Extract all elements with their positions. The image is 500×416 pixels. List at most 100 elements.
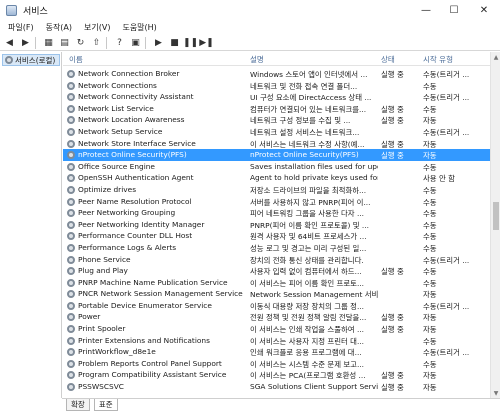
column-header-name[interactable]: 이름	[69, 54, 83, 65]
maximize-icon[interactable]: ☐	[440, 0, 468, 20]
service-description: 서버를 사용하지 않고 PNRP(피어 이...	[250, 197, 371, 207]
service-name: Peer Networking Grouping	[78, 208, 176, 218]
gear-icon	[67, 151, 75, 160]
gear-icon	[67, 301, 75, 310]
service-row[interactable]: Program Compatibility Assistant Service 이…	[63, 369, 500, 381]
play-icon[interactable]: ▶	[152, 36, 165, 49]
service-startup-type: 수동(트리거 ...	[423, 255, 470, 265]
column-header-description[interactable]: 설명	[250, 54, 264, 65]
service-name: Performance Counter DLL Host	[78, 231, 193, 241]
service-startup-type: 수동	[423, 81, 437, 91]
service-description: 사용자 입력 없이 컴퓨터에서 하드...	[250, 267, 362, 277]
service-startup-type: 수동(트리거 ...	[423, 70, 470, 79]
service-row[interactable]: Network Connectivity Assistant UI 구성 요소에 …	[63, 91, 500, 103]
export-icon[interactable]: ⇧	[90, 36, 103, 49]
service-row[interactable]: Peer Networking Grouping 피어 네트워킹 그룹을 사용한 …	[63, 207, 500, 219]
gear-icon	[67, 139, 75, 148]
console-icon[interactable]: ▣	[129, 36, 142, 49]
service-name: Plug and Play	[78, 266, 128, 276]
gear-icon	[67, 209, 75, 218]
refresh-icon[interactable]: ↻	[74, 36, 87, 49]
service-row[interactable]: Print Spooler 이 서비스는 인쇄 작업을 스풀하여 ... 실행 중 자…	[63, 323, 500, 335]
tab-standard[interactable]: 표준	[93, 399, 118, 411]
service-name: Portable Device Enumerator Service	[78, 300, 212, 310]
service-row[interactable]: Power 전원 정책 및 전원 정책 알림 전달을... 실행 중 자동	[63, 311, 500, 323]
service-row[interactable]: Peer Networking Identity Manager PNRP(피어 …	[63, 219, 500, 231]
title-bar: 서비스 — ☐ ✕	[0, 0, 500, 20]
toolbar: ◀ ▶ ▦ ▤ ↻ ⇧ ? ▣ ▶ ■ ❚❚ ▶❚	[0, 35, 500, 51]
service-description: PNRP(피어 이름 확인 프로토콜) 및 ...	[250, 220, 369, 230]
view-icon[interactable]: ▦	[42, 36, 55, 49]
menu-bar: 파일(F) 동작(A) 보기(V) 도움말(H)	[0, 20, 500, 35]
service-description: nProtect Online Security(PFS)	[250, 150, 359, 160]
scroll-down-icon[interactable]: ▼	[491, 388, 500, 398]
service-row[interactable]: PNCR Network Session Management Service N…	[63, 288, 500, 300]
service-row[interactable]: Printer Extensions and Notifications 이 서비…	[63, 335, 500, 347]
service-description: 이 서비스는 사용자 지정 프린터 대...	[250, 336, 364, 346]
service-row[interactable]: Optimize drives 저장소 드라이브의 파일을 최적화하... 수동	[63, 184, 500, 196]
gear-icon	[67, 185, 75, 194]
gear-icon	[67, 93, 75, 102]
menu-action[interactable]: 동작(A)	[46, 22, 72, 33]
service-row[interactable]: Performance Counter DLL Host 원격 사용자 및 64비…	[63, 230, 500, 242]
service-row[interactable]: PrintWorkflow_d8e1e 인쇄 워크플로 응용 프로그램에 대...…	[63, 346, 500, 358]
service-row[interactable]: Phone Service 장치의 전화 통신 상태를 관리합니다. 수동(트리거 …	[63, 254, 500, 266]
service-row[interactable]: nProtect Online Security(PFS) nProtect On…	[63, 149, 500, 161]
help-icon[interactable]: ?	[113, 36, 126, 49]
column-header-status[interactable]: 상태	[381, 54, 395, 65]
service-startup-type: 수동	[423, 232, 437, 242]
service-row[interactable]: OpenSSH Authentication Agent Agent to hol…	[63, 172, 500, 184]
service-row[interactable]: Network Connection Broker Windows 스토어 앱이 …	[63, 68, 500, 80]
scroll-up-icon[interactable]: ▲	[491, 52, 500, 62]
pause-icon[interactable]: ❚❚	[183, 36, 198, 49]
stop-icon[interactable]: ■	[168, 36, 181, 49]
service-description: 저장소 드라이브의 파일을 최적화하...	[250, 185, 367, 195]
properties-icon[interactable]: ▤	[58, 36, 71, 49]
service-name: PNRP Machine Name Publication Service	[78, 277, 228, 287]
menu-help[interactable]: 도움말(H)	[122, 22, 156, 33]
service-name: Program Compatibility Assistant Service	[78, 370, 227, 380]
forward-icon[interactable]: ▶	[19, 36, 32, 49]
tree-item-services-local[interactable]: 서비스(로컬)	[2, 54, 60, 66]
gear-icon	[67, 197, 75, 206]
scroll-thumb[interactable]	[493, 202, 499, 230]
menu-view[interactable]: 보기(V)	[84, 22, 110, 33]
service-row[interactable]: Performance Logs & Alerts 성능 로그 및 경고는 미리 …	[63, 242, 500, 254]
close-icon[interactable]: ✕	[470, 0, 498, 20]
gear-icon	[67, 383, 75, 392]
service-row[interactable]: Plug and Play 사용자 입력 없이 컴퓨터에서 하드... 실행 중 수동	[63, 265, 500, 277]
services-list: 이름 설명 상태 시작 유형 Network Connection Broker…	[63, 52, 500, 398]
service-row[interactable]: Problem Reports Control Panel Support 이 서…	[63, 358, 500, 370]
service-row[interactable]: Portable Device Enumerator Service 이동식 대용…	[63, 300, 500, 312]
restart-icon[interactable]: ▶❚	[199, 36, 213, 49]
service-row[interactable]: Office Source Engine Saves installation f…	[63, 161, 500, 173]
service-startup-type: 수동	[423, 220, 437, 230]
service-row[interactable]: PSSWSCSVC SGA Solutions Client Support Se…	[63, 381, 500, 393]
column-header-startup-type[interactable]: 시작 유형	[423, 54, 453, 65]
minimize-icon[interactable]: —	[412, 0, 440, 20]
service-startup-type: 자동	[423, 325, 437, 335]
service-row[interactable]: PNRP Machine Name Publication Service 이 서…	[63, 277, 500, 289]
service-description: 이 서비스는 네트워크 수정 사항(예...	[250, 139, 365, 149]
service-row[interactable]: Network List Service 컴퓨터가 연결되어 있는 네트워크를..…	[63, 103, 500, 115]
service-row[interactable]: Network Setup Service 네트워크 설정 서비스는 네트워크..…	[63, 126, 500, 138]
service-status: 실행 중	[381, 104, 404, 114]
services-app-icon	[6, 4, 17, 16]
tab-extended[interactable]: 확장	[66, 399, 90, 411]
service-startup-type: 수동(트리거 ...	[423, 348, 470, 358]
service-row[interactable]: Network Location Awareness 네트워크 구성 정보를 수집…	[63, 114, 500, 126]
service-row[interactable]: Peer Name Resolution Protocol 서버를 사용하지 않고…	[63, 196, 500, 208]
service-description: 이 서비스는 인쇄 작업을 스풀하여 ...	[250, 325, 364, 335]
gear-icon	[67, 313, 75, 322]
service-row[interactable]: Network Store Interface Service 이 서비스는 네트…	[63, 138, 500, 150]
back-icon[interactable]: ◀	[3, 36, 16, 49]
service-name: Problem Reports Control Panel Support	[78, 358, 222, 368]
menu-file[interactable]: 파일(F)	[8, 22, 34, 33]
vertical-scrollbar[interactable]: ▲ ▼	[490, 52, 500, 398]
service-startup-type: 사용 안 함	[423, 174, 455, 184]
service-row[interactable]: Network Connections 네트워크 및 전화 접속 연결 폴더...…	[63, 80, 500, 92]
gear-icon	[67, 278, 75, 287]
service-name: PrintWorkflow_d8e1e	[78, 347, 156, 357]
service-description: 이 서비스는 PCA(프로그램 호환성 ...	[250, 371, 366, 381]
service-description: 네트워크 설정 서비스는 네트워크...	[250, 127, 360, 137]
